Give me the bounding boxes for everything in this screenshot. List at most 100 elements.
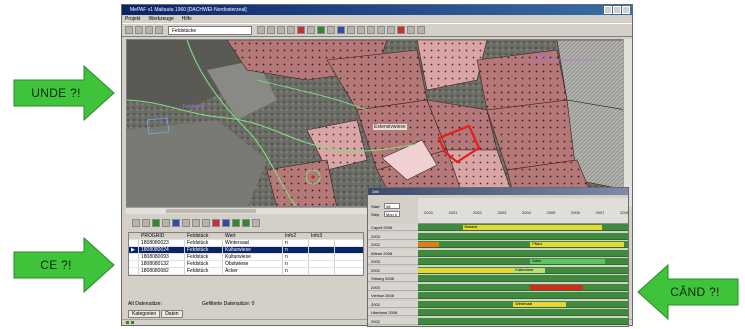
move-icon[interactable]: [277, 26, 285, 34]
timeline-track[interactable]: Bestand: [418, 224, 628, 231]
timeline-track[interactable]: Wintersaat: [418, 300, 628, 308]
column-header[interactable]: Info2: [283, 233, 309, 239]
timeline-row[interactable]: 2002 Pflanz: [368, 241, 628, 248]
layer-icon[interactable]: [257, 26, 265, 34]
maximize-icon[interactable]: [613, 6, 621, 14]
timeline-track[interactable]: Pflanz: [418, 241, 628, 248]
timeline-row[interactable]: 2002 Wintersaat: [368, 300, 628, 308]
info-icon[interactable]: [407, 26, 415, 34]
measure-icon[interactable]: [337, 26, 345, 34]
table-icon[interactable]: [142, 219, 150, 227]
map-vertical-scrollbar[interactable]: [623, 39, 632, 207]
timeline-tick: 2005: [546, 210, 556, 215]
save-icon[interactable]: [125, 26, 133, 34]
zoom-extent-icon[interactable]: [357, 26, 365, 34]
table-row[interactable]: 1808080023 Feldstück Wintersaat n: [129, 240, 363, 247]
timeline-row[interactable]: 2003: [368, 283, 628, 291]
chart-icon[interactable]: [172, 219, 180, 227]
timeline-row[interactable]: 2002: [368, 317, 628, 325]
timeline-bar[interactable]: [530, 284, 584, 290]
edit-icon[interactable]: [307, 26, 315, 34]
select-icon[interactable]: [202, 219, 210, 227]
zoom-in-icon[interactable]: [367, 26, 375, 34]
select-icon[interactable]: [267, 26, 275, 34]
timeline-bar[interactable]: Wintersaat: [513, 301, 567, 307]
timeline-bar[interactable]: Bestand: [462, 225, 603, 230]
split-icon[interactable]: [347, 26, 355, 34]
flag-icon[interactable]: [397, 26, 405, 34]
timeline-row[interactable]: 2003 Acker: [368, 258, 628, 265]
timeline-tick: 2004: [522, 210, 531, 215]
print-icon[interactable]: [135, 26, 143, 34]
column-header[interactable]: PROGRID: [139, 233, 185, 239]
settings-icon[interactable]: [252, 219, 260, 227]
delete-icon[interactable]: [297, 26, 305, 34]
timeline-row[interactable]: Wiese 2008: [368, 249, 628, 257]
timeline-bar[interactable]: Kulturwiese: [513, 267, 546, 273]
window-title: MePAF v1 Maltauta 1960 [DACHWEI-Nordoste…: [130, 7, 247, 13]
timeline-track[interactable]: Acker: [418, 258, 628, 265]
arrow-ce-label: CE ?!: [40, 258, 72, 272]
timeline-row[interactable]: 2002 Kulturwiese: [368, 266, 628, 274]
timeline-bar[interactable]: Pflanz: [530, 242, 624, 247]
tab-kategorien[interactable]: Kategorien: [128, 310, 161, 318]
timeline-track[interactable]: [418, 292, 628, 299]
timeline-track[interactable]: [418, 283, 628, 291]
menu-item-projekt[interactable]: Projekt: [125, 15, 141, 23]
map-view[interactable]: Feldstück Extensivwiese Kultur: [126, 39, 625, 207]
timeline-row[interactable]: Strkarg 2008: [368, 275, 628, 282]
pan-icon[interactable]: [387, 26, 395, 34]
timeline-track[interactable]: [418, 249, 628, 257]
map-label-kultur: Kultur: [537, 54, 551, 60]
panel-tabs: Kategorien Daten: [128, 310, 183, 318]
map-icon[interactable]: [232, 219, 240, 227]
tab-daten[interactable]: Daten: [161, 310, 183, 318]
step-field[interactable]: Mon 0: [384, 211, 400, 217]
help-icon[interactable]: [417, 26, 425, 34]
timeline-track[interactable]: [418, 309, 628, 316]
table-row[interactable]: 1808080093 Feldstück Kulturwiese n: [129, 254, 363, 261]
layer-select[interactable]: Feldstücke: [168, 25, 252, 35]
timeline-bar[interactable]: [418, 242, 440, 247]
copy-icon[interactable]: [287, 26, 295, 34]
sort-icon[interactable]: [162, 219, 170, 227]
menu-item-hilfe[interactable]: Hilfe: [182, 15, 192, 23]
minimize-icon[interactable]: [604, 6, 612, 14]
column-header[interactable]: Wert: [223, 233, 283, 239]
timeline-row[interactable]: Viehsw 2008: [368, 292, 628, 299]
scroll-thumb[interactable]: [166, 209, 256, 213]
table-row-selected[interactable]: ▶ 1808080024 Feldstück Kulturwiese n: [129, 247, 363, 254]
timeline-title: Zeit: [368, 188, 628, 195]
arrow-cand: CÂND ?!: [634, 263, 740, 321]
print-icon[interactable]: [192, 219, 200, 227]
add-point-icon[interactable]: [317, 26, 325, 34]
timeline-track[interactable]: Kulturwiese: [418, 266, 628, 274]
column-header[interactable]: Info3: [309, 233, 335, 239]
timeline-row[interactable]: Uberland 2008: [368, 309, 628, 316]
timeline-track[interactable]: [418, 317, 628, 325]
close-icon[interactable]: [622, 6, 630, 14]
table-row[interactable]: 1808080132 Feldstück Obstwiese n: [129, 261, 363, 268]
arrow-ce: CE ?!: [12, 236, 116, 294]
timeline-row[interactable]: Capell 2008 Bestand: [368, 224, 628, 231]
timeline-row[interactable]: 2003: [368, 232, 628, 240]
start-field[interactable]: 08: [384, 203, 400, 209]
timeline-bar[interactable]: Acker: [530, 259, 605, 264]
table-row[interactable]: 1808080082 Feldstück Acker n: [129, 268, 363, 275]
window-titlebar: MePAF v1 Maltauta 1960 [DACHWEI-Nordoste…: [122, 5, 632, 15]
timeline-track[interactable]: [418, 232, 628, 240]
tag-icon[interactable]: [242, 219, 250, 227]
export-icon[interactable]: [182, 219, 190, 227]
timeline-bar[interactable]: [418, 267, 518, 273]
filter-icon[interactable]: [132, 219, 140, 227]
zoom-out-icon[interactable]: [377, 26, 385, 34]
link-icon[interactable]: [222, 219, 230, 227]
text-icon[interactable]: [327, 26, 335, 34]
redo-icon[interactable]: [155, 26, 163, 34]
column-header[interactable]: Feldstück: [185, 233, 223, 239]
timeline-track[interactable]: [418, 275, 628, 282]
menu-item-werkzeuge[interactable]: Werkzeuge: [149, 15, 174, 23]
undo-icon[interactable]: [145, 26, 153, 34]
funnel-icon[interactable]: [152, 219, 160, 227]
pin-icon[interactable]: [212, 219, 220, 227]
